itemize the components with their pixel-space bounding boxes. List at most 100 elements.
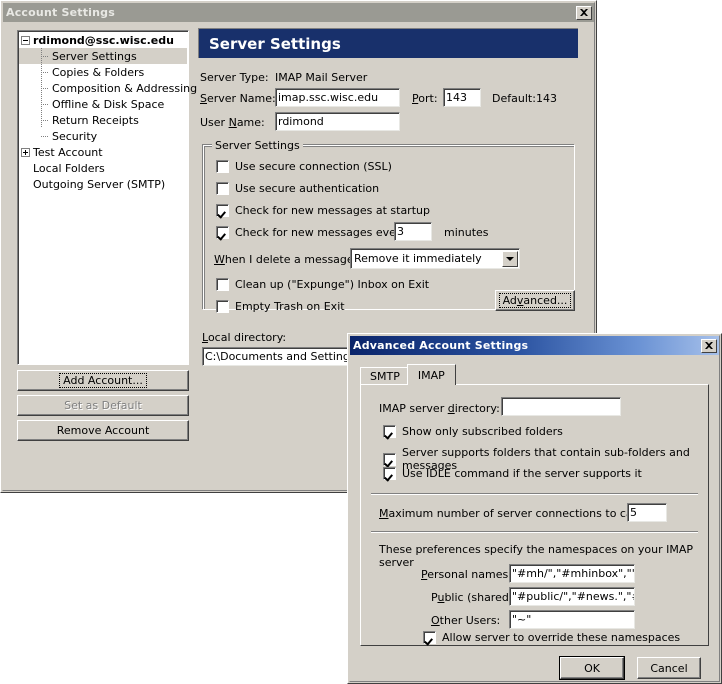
tab-imap[interactable]: IMAP — [406, 364, 456, 385]
close-icon[interactable] — [701, 338, 717, 353]
checkbox-label: Check for new messages every — [235, 226, 407, 239]
adv-window-body: SMTP IMAP IMAP server directory: Show on… — [350, 355, 719, 681]
close-icon[interactable] — [576, 5, 592, 20]
tree-node-account-root[interactable]: rdimond@ssc.wisc.edu — [19, 32, 187, 48]
tree-node-return-receipts[interactable]: Return Receipts — [19, 112, 187, 128]
group-legend: Server Settings — [212, 139, 303, 152]
tree-stub — [41, 88, 49, 89]
divider-top — [371, 493, 698, 494]
collapse-icon[interactable] — [21, 35, 30, 45]
tree-stub — [41, 72, 49, 73]
checkbox-label: Use IDLE command if the server supports … — [402, 467, 642, 480]
server-settings-group: Server Settings Use secure connection (S… — [203, 139, 575, 313]
panel-title: Server Settings — [209, 34, 341, 53]
tree-node-label: Composition & Addressing — [52, 81, 198, 95]
public-namespace-input[interactable]: "#public/","#news.","#fl — [509, 587, 635, 606]
tree-node-label: rdimond@ssc.wisc.edu — [33, 33, 174, 47]
imap-directory-input[interactable] — [501, 397, 621, 416]
server-name-input[interactable]: imap.ssc.wisc.edu — [275, 88, 400, 107]
add-account-button[interactable]: Add Account... — [17, 370, 189, 391]
checkbox-icon[interactable] — [423, 631, 436, 644]
ok-button[interactable]: OK — [559, 656, 625, 680]
tree-node-server-settings[interactable]: Server Settings — [19, 48, 187, 64]
checkbox-empty-trash[interactable]: Empty Trash on Exit — [216, 300, 345, 313]
user-name-input[interactable]: rdimond — [275, 112, 400, 131]
tree-node-outgoing-server[interactable]: Outgoing Server (SMTP) — [19, 176, 187, 192]
local-directory-input[interactable]: C:\Documents and Settings\rd — [202, 347, 362, 366]
add-account-label: Add Account... — [59, 373, 147, 388]
other-users-value: "~" — [512, 613, 532, 626]
tab-strip: SMTP IMAP — [360, 364, 456, 385]
checkbox-icon[interactable] — [383, 452, 396, 466]
checkbox-check-every[interactable]: Check for new messages every — [216, 226, 407, 239]
port-value: 143 — [446, 91, 467, 104]
cancel-button[interactable]: Cancel — [637, 657, 701, 679]
check-interval-input[interactable]: 3 — [394, 222, 432, 241]
tree-node-label: Outgoing Server (SMTP) — [33, 177, 166, 191]
personal-namespace-value: "#mh/","#mhinbox","" — [512, 567, 635, 580]
tree-node-composition-addressing[interactable]: Composition & Addressing — [19, 80, 197, 96]
delete-message-value: Remove it immediately — [354, 252, 482, 265]
tree-node-label: Offline & Disk Space — [52, 97, 165, 111]
server-type-value: IMAP Mail Server — [275, 71, 368, 84]
checkbox-icon[interactable] — [216, 182, 229, 195]
max-connections-input[interactable]: 5 — [627, 503, 667, 522]
checkbox-icon[interactable] — [216, 204, 229, 217]
port-input[interactable]: 143 — [443, 88, 481, 107]
tree-node-security[interactable]: Security — [19, 128, 187, 144]
close-glyph — [580, 9, 588, 16]
server-name-value: imap.ssc.wisc.edu — [278, 91, 379, 104]
tree-node-local-folders[interactable]: Local Folders — [19, 160, 187, 176]
checkbox-check-at-startup[interactable]: Check for new messages at startup — [216, 204, 430, 217]
checkbox-icon[interactable] — [216, 278, 229, 291]
chevron-down-icon[interactable] — [502, 250, 518, 267]
tree-stub — [41, 104, 49, 105]
user-name-label: User Name: — [200, 116, 265, 129]
close-glyph — [705, 342, 713, 349]
main-titlebar[interactable]: Account Settings — [3, 3, 594, 22]
checkbox-use-idle[interactable]: Use IDLE command if the server supports … — [383, 467, 642, 480]
ok-label: OK — [584, 661, 600, 675]
tree-node-label: Local Folders — [33, 161, 105, 175]
delete-message-label: When I delete a message: — [214, 253, 358, 266]
advanced-button[interactable]: Advanced... — [495, 290, 575, 311]
checkbox-label: Check for new messages at startup — [235, 204, 430, 217]
adv-window-title: Advanced Account Settings — [353, 339, 529, 352]
account-tree[interactable]: rdimond@ssc.wisc.edu Server Settings Cop… — [17, 30, 197, 365]
adv-titlebar[interactable]: Advanced Account Settings — [350, 336, 719, 355]
user-name-value: rdimond — [278, 115, 324, 128]
checkbox-label: Show only subscribed folders — [402, 425, 563, 438]
expand-icon[interactable] — [21, 147, 30, 157]
checkbox-icon[interactable] — [383, 467, 396, 480]
checkbox-icon[interactable] — [216, 160, 229, 173]
tab-label: IMAP — [417, 368, 445, 382]
personal-namespace-input[interactable]: "#mh/","#mhinbox","" — [509, 564, 635, 583]
remove-account-button[interactable]: Remove Account — [17, 420, 189, 441]
tree-node-test-account[interactable]: Test Account — [19, 144, 187, 160]
checkbox-label: Use secure authentication — [235, 182, 380, 195]
checkbox-show-subscribed[interactable]: Show only subscribed folders — [383, 425, 563, 438]
default-port-label: Default: — [492, 92, 536, 105]
tree-node-label: Test Account — [33, 145, 103, 159]
delete-message-dropdown[interactable]: Remove it immediately — [350, 248, 520, 269]
tree-node-offline-disk-space[interactable]: Offline & Disk Space — [19, 96, 187, 112]
set-as-default-button[interactable]: Set as Default — [17, 395, 189, 416]
other-users-label: Other Users: — [431, 614, 501, 627]
tree-node-label: Return Receipts — [52, 113, 139, 127]
checkbox-use-ssl[interactable]: Use secure connection (SSL) — [216, 160, 392, 173]
tab-smtp[interactable]: SMTP — [360, 367, 410, 385]
tree-node-copies-folders[interactable]: Copies & Folders — [19, 64, 187, 80]
checkbox-expunge-inbox[interactable]: Clean up ("Expunge") Inbox on Exit — [216, 278, 429, 291]
remove-account-label: Remove Account — [56, 424, 150, 437]
public-namespace-label: Public (shared): — [431, 591, 517, 604]
checkbox-icon[interactable] — [216, 300, 229, 313]
checkbox-secure-auth[interactable]: Use secure authentication — [216, 182, 379, 195]
max-connections-label: Maximum number of server connections to … — [379, 507, 653, 520]
local-directory-value: C:\Documents and Settings\rd — [205, 350, 362, 363]
checkbox-icon[interactable] — [383, 425, 396, 438]
check-interval-value: 3 — [397, 225, 404, 238]
checkbox-icon[interactable] — [216, 226, 229, 239]
checkbox-allow-override[interactable]: Allow server to override these namespace… — [423, 631, 680, 644]
max-connections-value: 5 — [630, 506, 637, 519]
other-users-input[interactable]: "~" — [509, 610, 635, 629]
